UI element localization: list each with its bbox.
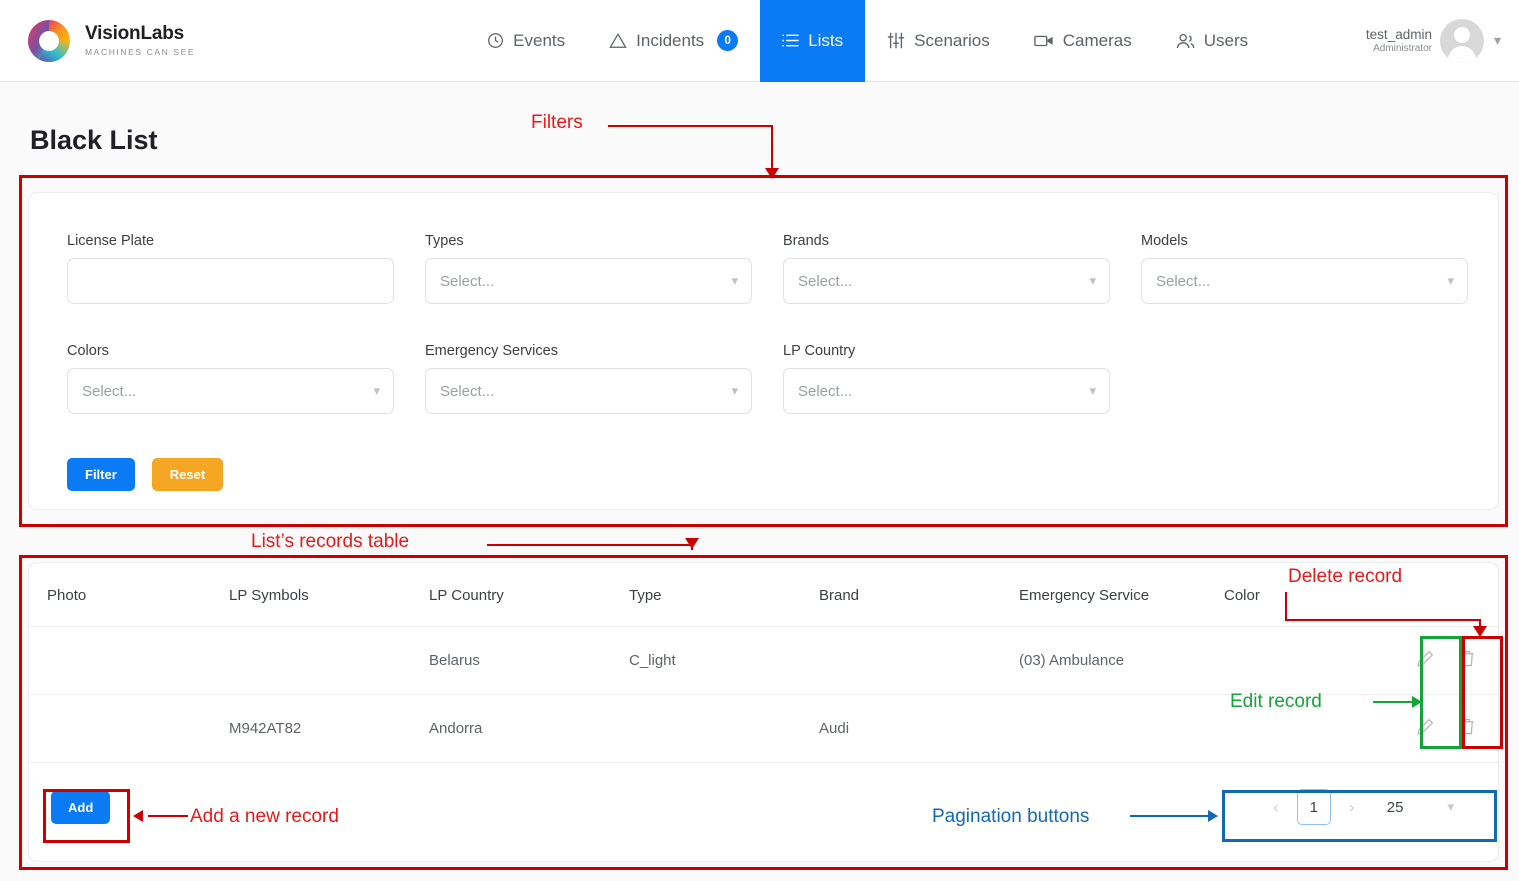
annotation-label-delete-record: Delete record <box>1288 566 1403 587</box>
top-navigation-bar: VisionLabs MACHINES CAN SEE Events Incid… <box>0 0 1519 82</box>
user-role: Administrator <box>1373 42 1432 54</box>
annotation-label-filters: Filters <box>531 112 583 133</box>
nav-label-lists: Lists <box>808 30 844 50</box>
nav-item-scenarios[interactable]: Scenarios <box>865 0 1012 82</box>
avatar <box>1439 18 1484 63</box>
annotation-box-add-record <box>43 789 130 843</box>
list-icon <box>782 33 799 48</box>
nav-item-lists[interactable]: Lists <box>760 0 866 82</box>
annotation-arrow-pagination <box>1208 810 1218 822</box>
app-root: VisionLabs MACHINES CAN SEE Events Incid… <box>0 0 1519 881</box>
annotation-line-filters-v <box>771 125 773 170</box>
annotation-line-delete-h <box>1285 619 1481 621</box>
annotation-line-delete-v1 <box>1285 592 1287 621</box>
nav-label-users: Users <box>1203 30 1249 50</box>
annotation-line-filters-h <box>608 125 773 127</box>
annotation-line-edit <box>1373 701 1416 703</box>
visionlabs-logo-icon <box>26 18 72 64</box>
brand-tagline: MACHINES CAN SEE <box>85 46 196 57</box>
brand-name: VisionLabs <box>85 23 185 45</box>
annotation-arrow-filters <box>765 168 779 179</box>
annotation-box-pagination <box>1222 790 1497 842</box>
annotation-line-table-h <box>487 544 693 546</box>
user-name: test_admin <box>1365 26 1432 42</box>
users-icon <box>1176 33 1195 49</box>
nav-item-users[interactable]: Users <box>1154 0 1270 82</box>
annotation-label-add-record: Add a new record <box>190 806 339 827</box>
annotation-arrow-add-record <box>133 810 143 822</box>
annotation-arrow-delete-record <box>1473 626 1487 637</box>
clock-icon <box>487 32 504 49</box>
annotation-box-delete-record <box>1462 636 1503 749</box>
nav-item-events[interactable]: Events <box>465 0 587 82</box>
annotation-box-filters <box>19 175 1508 527</box>
video-camera-icon <box>1033 33 1054 48</box>
nav-item-cameras[interactable]: Cameras <box>1012 0 1154 82</box>
nav-label-scenarios: Scenarios <box>914 30 990 50</box>
sliders-icon <box>887 32 905 49</box>
nav-label-cameras: Cameras <box>1062 30 1132 50</box>
nav-item-incidents[interactable]: Incidents 0 <box>587 0 760 82</box>
annotation-line-add <box>148 815 188 817</box>
annotation-label-records-table: List’s records table <box>251 531 410 552</box>
brand-logo-block[interactable]: VisionLabs MACHINES CAN SEE <box>26 18 195 64</box>
nav-label-events: Events <box>513 30 566 50</box>
annotation-label-edit-record: Edit record <box>1230 691 1322 712</box>
nav-items: Events Incidents 0 Lists Scenarios Camer… <box>465 0 1270 82</box>
annotation-box-edit-record <box>1420 636 1462 749</box>
warning-triangle-icon <box>609 32 627 49</box>
annotation-arrow-records-table <box>685 538 699 549</box>
annotation-label-pagination: Pagination buttons <box>932 806 1090 827</box>
page-title: Black List <box>30 125 158 155</box>
chevron-down-icon[interactable]: ▾ <box>1494 32 1501 49</box>
annotation-arrow-edit-record <box>1412 696 1422 708</box>
incidents-count-badge: 0 <box>717 30 739 51</box>
nav-label-incidents: Incidents <box>636 30 705 50</box>
annotation-line-pagination <box>1130 815 1212 817</box>
user-menu[interactable]: test_admin Administrator ▾ <box>1365 18 1501 63</box>
